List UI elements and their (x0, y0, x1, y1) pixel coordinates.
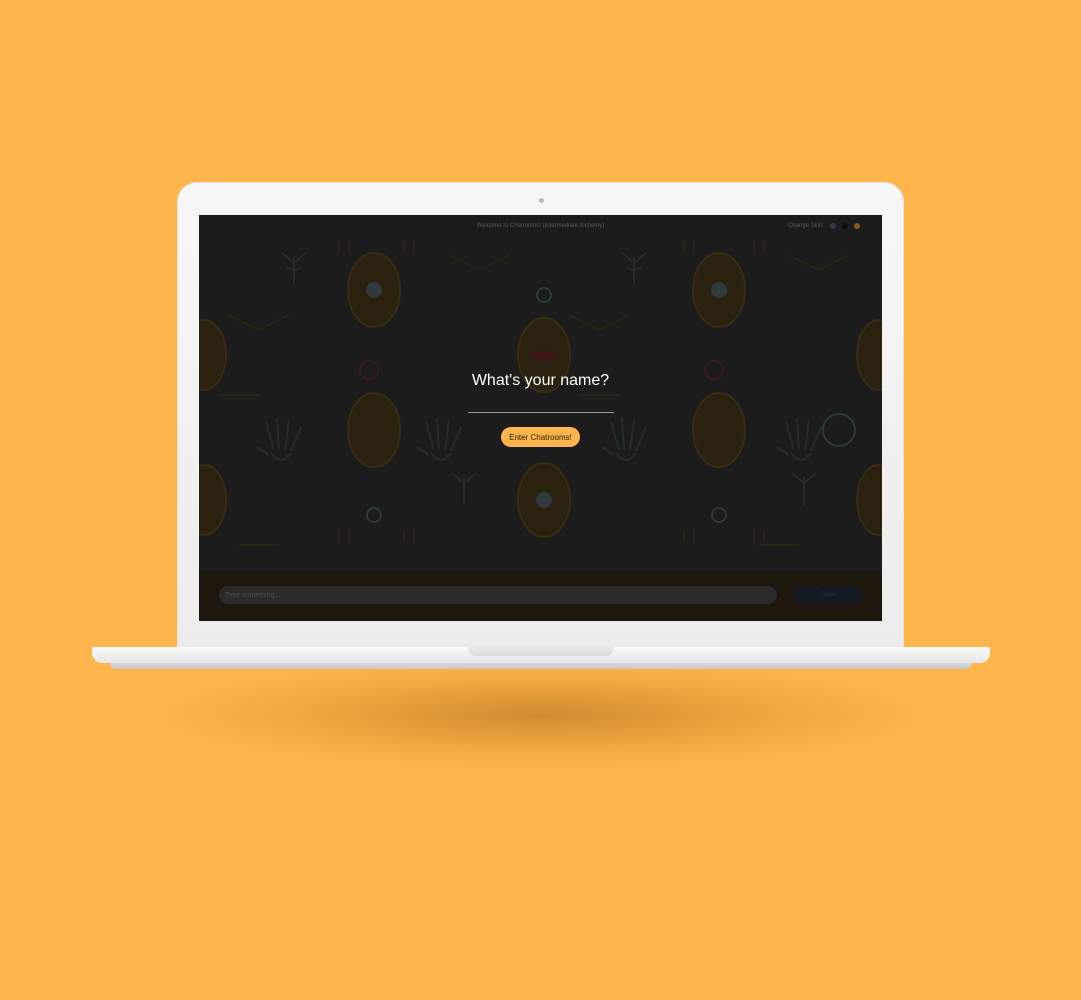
name-dialog: What's your name? Enter Chatrooms! (199, 372, 882, 447)
name-prompt: What's your name? (471, 372, 610, 389)
tree-decoration (451, 472, 477, 505)
welcome-title: Welcome to Chatrooms! (Intermediate Alch… (476, 223, 605, 229)
change-skin-label: Change Skin: (787, 223, 824, 229)
moon-decoration (366, 507, 382, 523)
skin-purple-button[interactable] (830, 223, 836, 229)
tree-decoration (791, 472, 817, 505)
moon-decoration (711, 507, 727, 523)
send-button[interactable]: Send (794, 586, 862, 604)
name-input[interactable] (467, 398, 614, 413)
laptop-base-edge (110, 663, 972, 669)
skin-orange-button[interactable] (854, 223, 860, 229)
skin-black-button[interactable] (842, 223, 848, 229)
skin-switcher: Change Skin: (788, 223, 860, 229)
app-screen: Welcome to Chatrooms! (Intermediate Alch… (199, 215, 882, 621)
eye-egg-decoration (199, 464, 227, 536)
moon-decoration (536, 287, 552, 303)
laptop-lid: Welcome to Chatrooms! (Intermediate Alch… (177, 182, 904, 652)
message-input[interactable] (219, 586, 777, 604)
tree-decoration (281, 252, 307, 285)
tree-decoration (621, 252, 647, 285)
laptop-base (92, 647, 990, 663)
laptop-notch (468, 647, 614, 656)
enter-chatrooms-button[interactable]: Enter Chatrooms! (501, 427, 580, 447)
camera-dot (539, 198, 544, 203)
message-composer: Send (199, 571, 882, 621)
eye-egg-decoration (856, 464, 882, 536)
laptop-shadow (150, 660, 930, 770)
